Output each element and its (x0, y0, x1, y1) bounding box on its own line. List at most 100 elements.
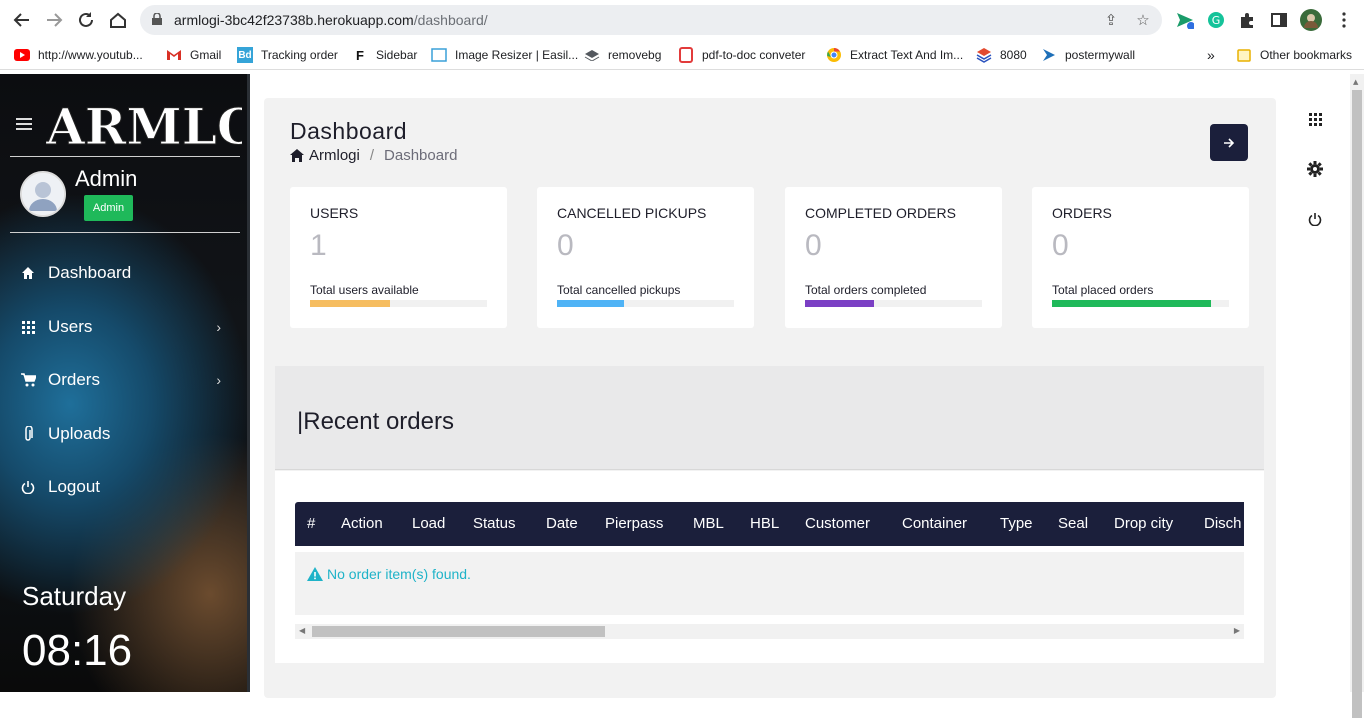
scrollbar-thumb[interactable] (312, 626, 605, 637)
gmail-icon (166, 47, 182, 63)
card-title: USERS (310, 205, 359, 221)
home-button[interactable] (106, 8, 130, 32)
puzzle-icon[interactable] (1236, 9, 1258, 31)
sidebar-item-logout[interactable]: Logout (0, 469, 247, 505)
bd-icon: Bd (237, 47, 253, 63)
column-header[interactable]: Drop city (1114, 515, 1173, 532)
bookmarks-more-button[interactable]: » (1207, 46, 1215, 64)
grammarly-icon[interactable]: G (1205, 9, 1227, 31)
bookmark-label: Image Resizer | Easil... (455, 48, 579, 62)
other-bookmarks-folder[interactable]: Other bookmarks (1236, 46, 1352, 64)
forward-button[interactable] (42, 8, 66, 32)
bookmark-label: postermywall (1065, 48, 1136, 62)
progress-track (310, 300, 487, 307)
bookmark-8080[interactable]: 8080 (976, 46, 1027, 64)
main-content: Dashboard Armlogi / Dashboard USERS 1 To… (250, 74, 1350, 698)
column-header[interactable]: HBL (750, 515, 779, 532)
browser-toolbar: armlogi-3bc42f23738b.herokuapp.com/dashb… (0, 0, 1364, 40)
stat-card-orders: ORDERS 0 Total placed orders (1032, 187, 1249, 328)
progress-track (1052, 300, 1229, 307)
column-header[interactable]: Pierpass (605, 515, 663, 532)
f-icon: F (356, 47, 364, 63)
bookmark-label: http://www.youtub... (38, 48, 143, 62)
sidebar-item-dashboard[interactable]: Dashboard (0, 255, 247, 291)
bookmarks-bar: http://www.youtub... Gmail Bd Tracking or… (0, 40, 1364, 70)
column-header[interactable]: Status (473, 515, 516, 532)
bookmark-image-resizer[interactable]: Image Resizer | Easil... (431, 46, 578, 64)
column-header[interactable]: Action (341, 515, 383, 532)
column-header[interactable]: Customer (805, 515, 870, 532)
sidebar-item-uploads[interactable]: Uploads (0, 416, 247, 452)
column-header[interactable]: Seal (1058, 515, 1088, 532)
stat-card-cancelled-pickups: CANCELLED PICKUPS 0 Total cancelled pick… (537, 187, 754, 328)
scrollbar-thumb[interactable] (1352, 90, 1362, 718)
side-panel-icon[interactable] (1268, 9, 1290, 31)
arrow-right-icon (1224, 137, 1235, 148)
warning-icon (307, 567, 323, 581)
reload-button[interactable] (74, 8, 98, 32)
breadcrumb-home[interactable]: Armlogi (309, 147, 360, 164)
apps-grid-icon[interactable] (1304, 108, 1326, 130)
progress-fill (557, 300, 625, 307)
weekday-display: Saturday (22, 581, 127, 611)
power-icon (20, 479, 36, 495)
bookmark-label: Extract Text And Im... (850, 48, 964, 62)
scroll-left-arrow[interactable]: ◀ (299, 626, 305, 635)
bookmark-postermywall[interactable]: postermywall (1041, 46, 1135, 64)
bookmark-youtube[interactable]: http://www.youtub... (14, 46, 143, 64)
user-name: Admin (75, 166, 138, 191)
bookmark-sidebar[interactable]: F Sidebar (352, 46, 417, 64)
image-icon (431, 47, 447, 63)
bookmark-extract-text[interactable]: Extract Text And Im... (826, 46, 963, 64)
folder-icon (1236, 47, 1252, 63)
orders-table: # Action Load Status Date Pierpass MBL H… (295, 502, 1244, 615)
table-horizontal-scrollbar[interactable]: ◀ ▶ (295, 624, 1244, 639)
back-button[interactable] (10, 8, 34, 32)
stat-card-users: USERS 1 Total users available (290, 187, 507, 328)
chevron-right-icon: › (216, 319, 221, 335)
bookmark-pdf[interactable]: pdf-to-doc conveter (678, 46, 805, 64)
card-value: 0 (805, 229, 822, 262)
profile-avatar[interactable] (1300, 9, 1322, 31)
column-header[interactable]: Date (546, 515, 578, 532)
avatar[interactable] (20, 171, 66, 217)
card-description: Total orders completed (805, 283, 927, 297)
bookmark-star-icon[interactable]: ☆ (1134, 11, 1152, 29)
youtube-icon (14, 47, 30, 63)
share-icon[interactable]: ⇪ (1102, 11, 1120, 29)
recent-orders-title: |Recent orders (297, 408, 454, 435)
power-icon[interactable] (1304, 208, 1326, 230)
svg-text:G: G (1212, 14, 1221, 27)
sidebar-item-orders[interactable]: Orders › (0, 362, 247, 398)
column-header[interactable]: Load (412, 515, 445, 532)
lock-icon (152, 13, 162, 25)
bookmark-gmail[interactable]: Gmail (166, 46, 221, 64)
bookmark-removebg[interactable]: removebg (584, 46, 661, 64)
next-arrow-button[interactable] (1210, 124, 1248, 161)
column-header[interactable]: MBL (693, 515, 724, 532)
scroll-right-arrow[interactable]: ▶ (1234, 626, 1240, 635)
column-header[interactable]: Disch (1204, 515, 1242, 532)
progress-fill (310, 300, 390, 307)
clock-display: 08:16 (22, 626, 133, 675)
scroll-up-arrow[interactable]: ▲ (1353, 78, 1358, 86)
gear-icon[interactable] (1304, 158, 1326, 180)
extension-send-icon[interactable] (1174, 9, 1196, 31)
address-bar[interactable]: armlogi-3bc42f23738b.herokuapp.com/dashb… (140, 5, 1162, 35)
other-bookmarks-label: Other bookmarks (1260, 48, 1353, 62)
sidebar-item-users[interactable]: Users › (0, 309, 247, 345)
hamburger-menu-icon[interactable] (16, 118, 32, 130)
column-header[interactable]: Type (1000, 515, 1033, 532)
page-vertical-scrollbar[interactable]: ▲ (1350, 74, 1364, 718)
bookmark-label: pdf-to-doc conveter (702, 48, 806, 62)
column-header[interactable]: # (307, 515, 315, 532)
browser-menu-icon[interactable] (1333, 9, 1355, 31)
page-title: Dashboard (290, 118, 408, 144)
progress-track (805, 300, 982, 307)
column-header[interactable]: Container (902, 515, 967, 532)
card-title: ORDERS (1052, 205, 1112, 221)
chevron-right-icon: › (216, 372, 221, 388)
layers-icon (584, 47, 600, 63)
sidebar-item-label: Users (48, 317, 93, 336)
bookmark-tracking[interactable]: Bd Tracking order (237, 46, 338, 64)
